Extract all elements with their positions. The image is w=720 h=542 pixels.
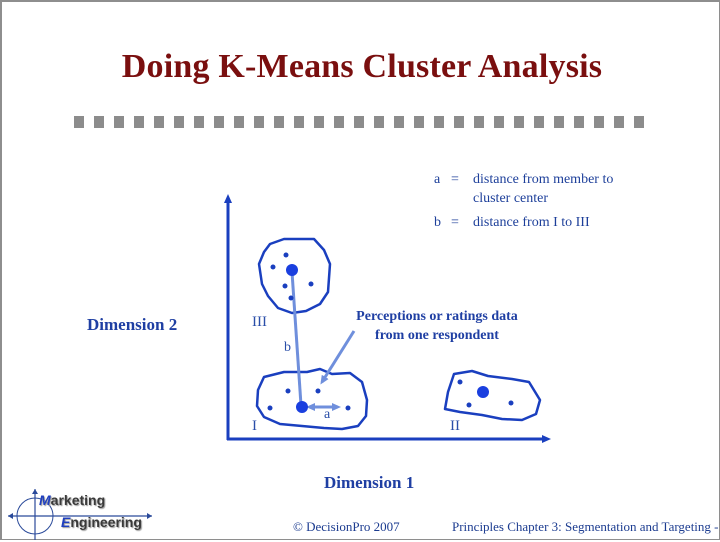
cluster-ii-member (457, 379, 463, 385)
footer-copyright: © DecisionPro 2007 (293, 519, 400, 534)
cluster-i-center (296, 401, 308, 413)
cluster-i-label: I (252, 418, 257, 434)
cluster-i-outline (255, 367, 369, 431)
cluster-iii-member (288, 295, 294, 301)
cluster-iii-member (270, 264, 276, 270)
cluster-ii-outline (443, 369, 542, 422)
cluster-iii-member (308, 281, 314, 287)
marketing-engineering-logo: Marketing Engineering (4, 486, 154, 540)
cluster-iii-member (282, 283, 288, 289)
cluster-ii-label: II (450, 418, 460, 434)
annotation: Perceptions or ratings data from one res… (332, 307, 542, 345)
cluster-iii-member (283, 252, 289, 258)
cluster-i-member (267, 405, 273, 411)
slide: Doing K-Means Cluster Analysis a = dista… (0, 0, 720, 540)
cluster-diagram (224, 194, 551, 443)
distance-a-label: a (324, 407, 331, 422)
cluster-ii-member (508, 400, 514, 406)
footer-page-info: Principles Chapter 3: Segmentation and T… (452, 519, 720, 534)
logo-line1: Marketing (39, 492, 106, 508)
cluster-ii-center (477, 386, 489, 398)
annotation-line2: from one respondent (375, 328, 499, 343)
cluster-iii-label: III (252, 314, 267, 330)
annotation-line1: Perceptions or ratings data (356, 309, 518, 324)
logo-line2: Engineering (61, 514, 142, 530)
cluster-i-member (285, 388, 291, 394)
cluster-i-member (345, 405, 351, 411)
distance-b-label: b (284, 340, 291, 355)
distance-b-line (290, 271, 303, 406)
cluster-iii-center (286, 264, 298, 276)
cluster-ii-member (466, 402, 472, 408)
cluster-i-member (315, 388, 321, 394)
